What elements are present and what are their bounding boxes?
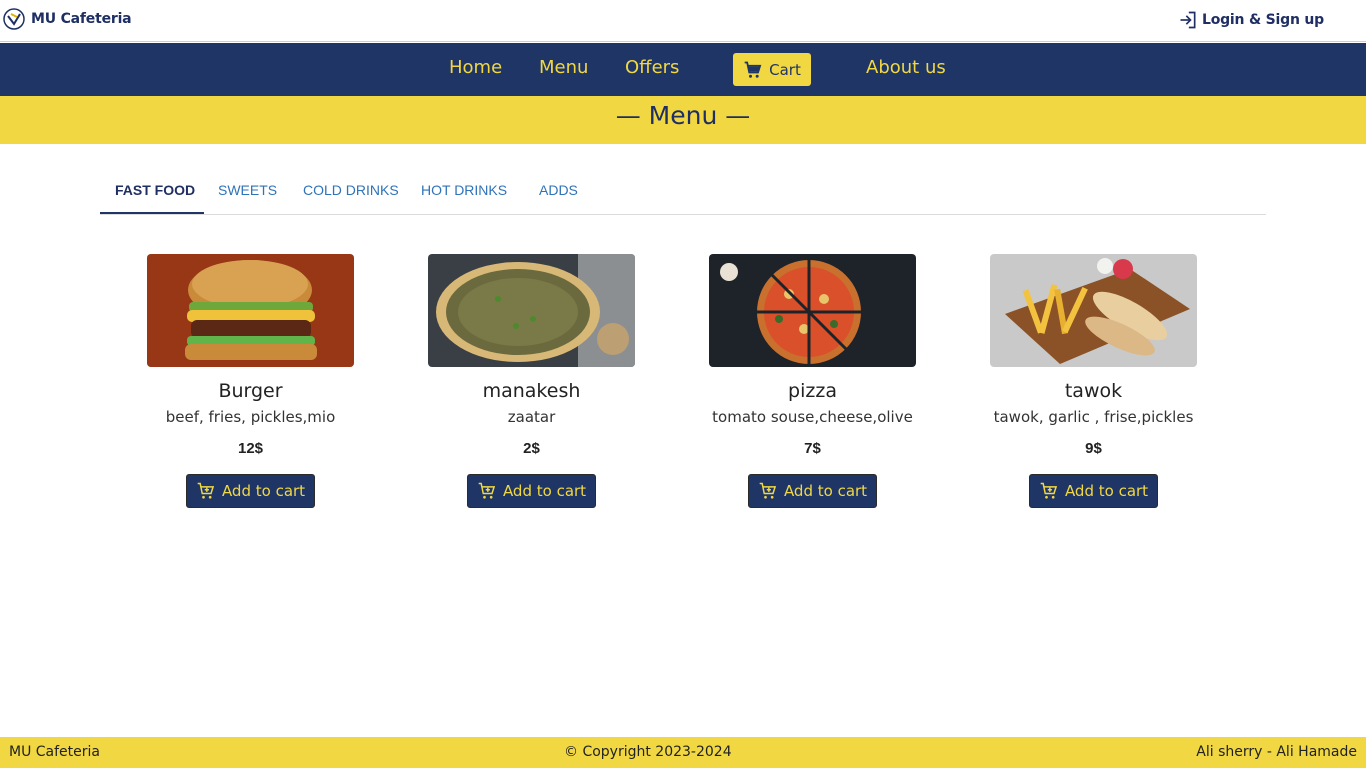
burger-image: [147, 254, 354, 367]
manakesh-image: [428, 254, 635, 367]
page-title: — Menu —: [615, 101, 751, 130]
footer-copyright: © Copyright 2023-2024: [564, 744, 732, 760]
add-to-cart-icon: [1040, 482, 1058, 499]
tab-cold-drinks[interactable]: COLD DRINKS: [303, 182, 399, 198]
product-name: manakesh: [482, 380, 581, 402]
brand-link[interactable]: MU Cafeteria: [3, 8, 132, 30]
tab-hot-drinks[interactable]: HOT DRINKS: [421, 182, 507, 198]
add-to-cart-label: Add to cart: [1064, 482, 1149, 500]
cart-label: Cart: [769, 60, 801, 79]
tab-fast-food[interactable]: FAST FOOD: [115, 182, 195, 198]
active-tab-indicator: [100, 212, 204, 214]
tawok-image: [990, 254, 1197, 367]
product-price: 7$: [804, 440, 821, 457]
product-description: zaatar: [507, 408, 556, 426]
category-tabs: FAST FOOD SWEETS COLD DRINKS HOT DRINKS …: [100, 168, 1266, 215]
product-card: tawok tawok, garlic , frise,pickles 9$ A…: [990, 254, 1197, 508]
brand-name: MU Cafeteria: [31, 11, 132, 27]
add-to-cart-icon: [478, 482, 496, 499]
logo-icon: [3, 8, 25, 30]
tab-sweets[interactable]: SWEETS: [218, 182, 277, 198]
product-name: Burger: [218, 380, 283, 402]
nav-home[interactable]: Home: [449, 57, 502, 78]
footer-brand: MU Cafeteria: [9, 744, 100, 760]
nav-about[interactable]: About us: [866, 57, 946, 78]
add-to-cart-label: Add to cart: [783, 482, 868, 500]
nav-cart-button[interactable]: Cart: [733, 53, 811, 86]
add-to-cart-button[interactable]: Add to cart: [1029, 474, 1158, 508]
menu-banner: — Menu —: [0, 96, 1366, 144]
nav-offers[interactable]: Offers: [625, 57, 679, 78]
cart-icon: [744, 61, 762, 78]
product-card: manakesh zaatar 2$ Add to cart: [428, 254, 635, 508]
add-to-cart-icon: [759, 482, 777, 499]
product-description: beef, fries, pickles,mio: [165, 408, 336, 426]
pizza-image: [709, 254, 916, 367]
product-card: pizza tomato souse,cheese,olive 7$ Add t…: [709, 254, 916, 508]
product-card: Burger beef, fries, pickles,mio 12$ Add …: [147, 254, 354, 508]
login-signup-link[interactable]: Login & Sign up: [1178, 10, 1324, 30]
add-to-cart-label: Add to cart: [221, 482, 306, 500]
product-name: pizza: [788, 380, 837, 402]
footer-authors: Ali sherry - Ali Hamade: [1196, 744, 1357, 760]
footer: MU Cafeteria © Copyright 2023-2024 Ali s…: [0, 737, 1366, 768]
top-bar: MU Cafeteria Login & Sign up: [0, 0, 1366, 42]
product-price: 2$: [523, 440, 540, 457]
nav-menu[interactable]: Menu: [539, 57, 588, 78]
product-description: tomato souse,cheese,olive: [712, 408, 913, 426]
add-to-cart-button[interactable]: Add to cart: [748, 474, 877, 508]
add-to-cart-label: Add to cart: [502, 482, 587, 500]
login-icon: [1180, 11, 1196, 29]
product-price: 9$: [1085, 440, 1102, 457]
tab-adds[interactable]: ADDS: [539, 182, 578, 198]
product-description: tawok, garlic , frise,pickles: [993, 408, 1194, 426]
add-to-cart-icon: [197, 482, 215, 499]
add-to-cart-button[interactable]: Add to cart: [186, 474, 315, 508]
product-name: tawok: [1064, 380, 1123, 402]
add-to-cart-button[interactable]: Add to cart: [467, 474, 596, 508]
product-price: 12$: [237, 440, 264, 457]
main-nav: Home Menu Offers Cart About us: [0, 43, 1366, 96]
login-label: Login & Sign up: [1201, 12, 1324, 28]
